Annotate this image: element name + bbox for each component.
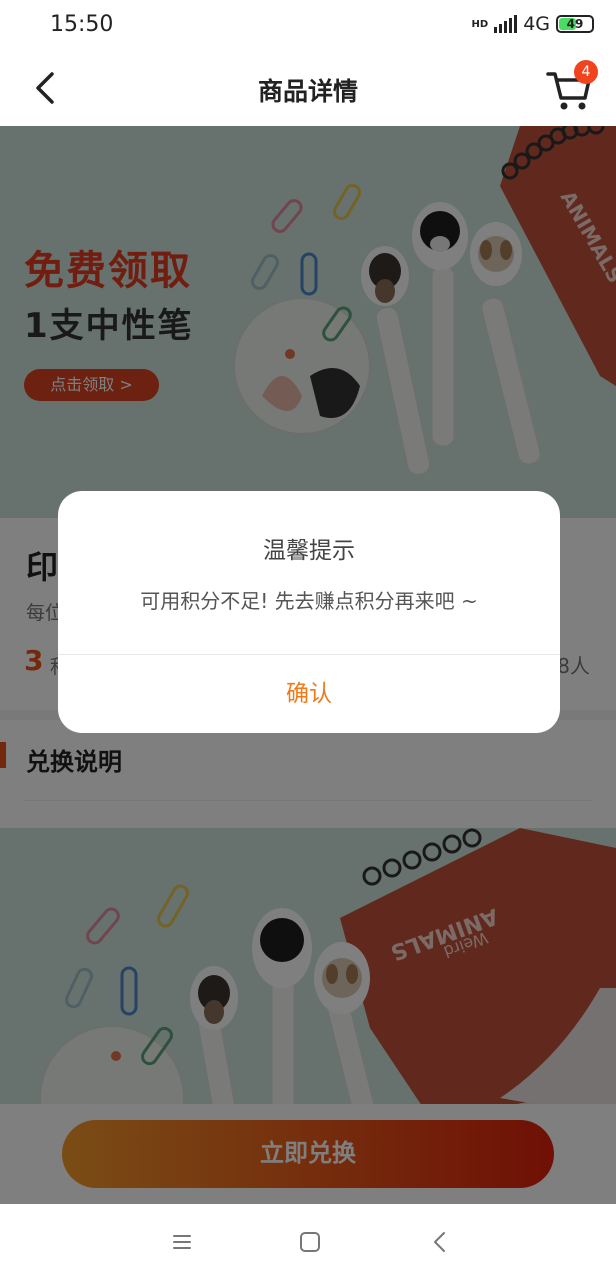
battery-icon: 49 bbox=[556, 15, 594, 33]
dialog-title: 温馨提示 bbox=[263, 538, 355, 564]
network-label: 4G bbox=[523, 13, 550, 35]
hd-label: HD bbox=[471, 18, 489, 30]
top-nav: 商品详情 4 bbox=[0, 52, 616, 126]
cart-badge: 4 bbox=[574, 60, 598, 84]
confirm-button[interactable]: 确认 bbox=[58, 655, 560, 733]
page-title: 商品详情 bbox=[257, 77, 358, 106]
signal-icon bbox=[494, 15, 518, 33]
system-nav-bar bbox=[0, 1204, 616, 1279]
menu-icon[interactable] bbox=[168, 1228, 196, 1256]
status-time: 15:50 bbox=[50, 12, 114, 37]
home-icon[interactable] bbox=[296, 1228, 324, 1256]
back-nav-icon[interactable] bbox=[426, 1228, 454, 1256]
status-bar: 15:50 HD 4G 49 bbox=[0, 0, 616, 52]
alert-dialog: 温馨提示 可用积分不足! 先去赚点积分再来吧 ~ 确认 bbox=[58, 491, 560, 733]
status-icons: HD 4G 49 bbox=[472, 13, 594, 35]
dialog-message: 可用积分不足! 先去赚点积分再来吧 ~ bbox=[140, 589, 478, 613]
